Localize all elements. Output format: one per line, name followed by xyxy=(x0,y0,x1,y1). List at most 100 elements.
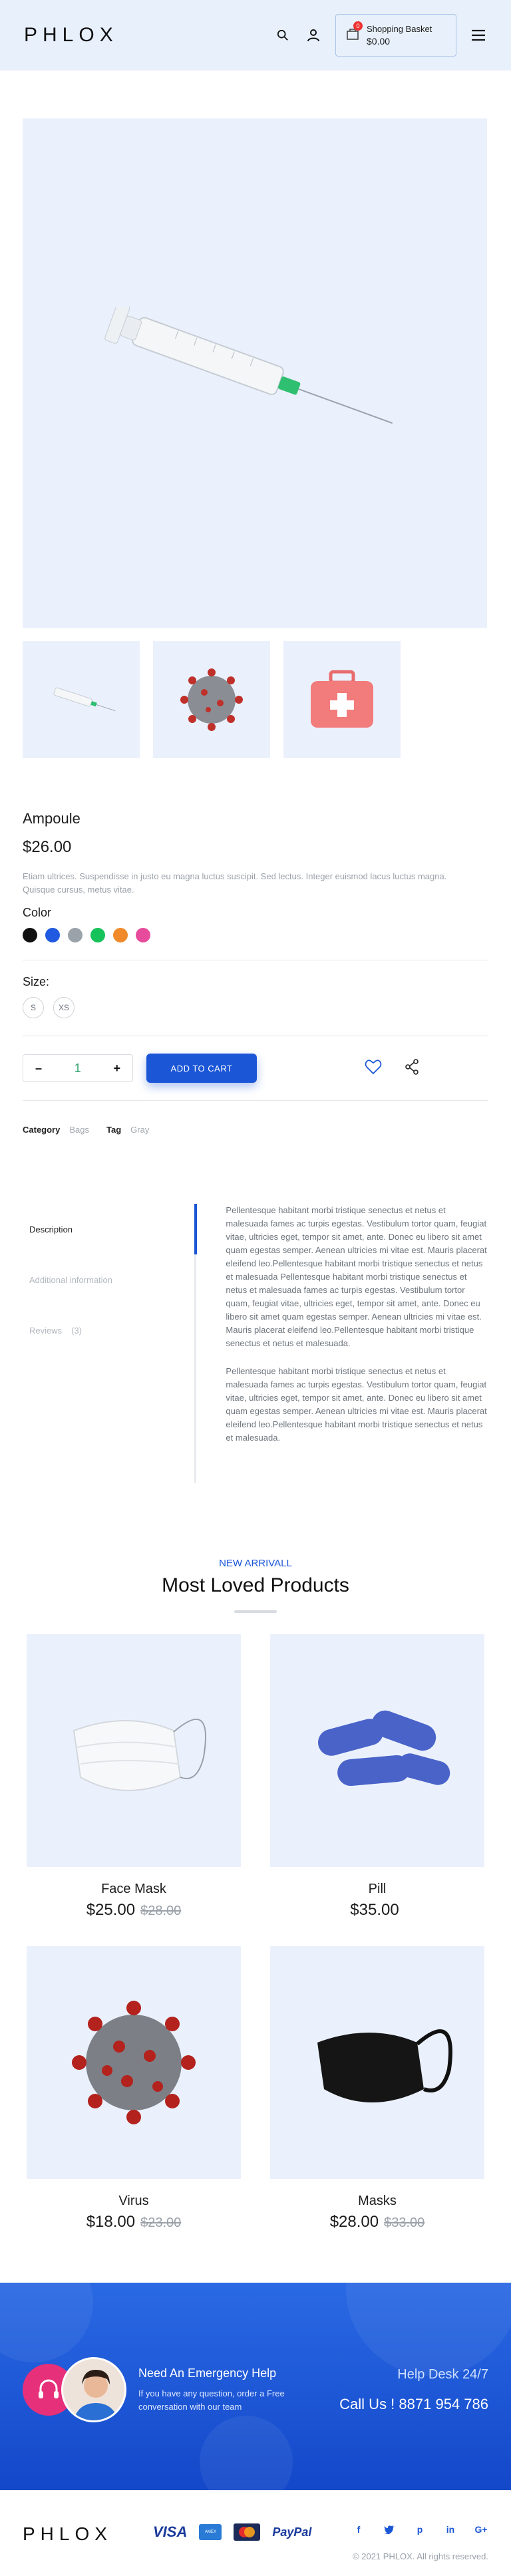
product-card-image[interactable] xyxy=(27,1634,241,1867)
product-actions xyxy=(365,1058,419,1078)
pinterest-icon[interactable]: p xyxy=(413,2522,427,2537)
product-card-name[interactable]: Virus xyxy=(27,2194,241,2209)
user-icon[interactable] xyxy=(305,27,322,44)
color-swatch[interactable] xyxy=(113,928,128,942)
twitter-icon[interactable] xyxy=(382,2522,397,2537)
heart-icon[interactable] xyxy=(365,1059,382,1078)
basket-count-badge: 0 xyxy=(353,21,363,31)
tab-active-indicator xyxy=(194,1204,197,1254)
quantity-plus-button[interactable]: + xyxy=(113,1062,120,1075)
linkedin-icon[interactable]: in xyxy=(443,2522,458,2537)
site-logo[interactable]: PHLOX xyxy=(24,24,118,47)
paypal-logo: PayPal xyxy=(272,2525,312,2539)
size-option-s[interactable]: S xyxy=(23,997,44,1018)
menu-icon[interactable] xyxy=(470,27,487,44)
thumbnail-first-aid-kit[interactable] xyxy=(283,641,401,758)
size-option-xs[interactable]: XS xyxy=(53,997,75,1018)
tag-value[interactable]: Gray xyxy=(130,1125,149,1135)
syringe-image xyxy=(104,307,393,424)
add-to-cart-button[interactable]: ADD TO CART xyxy=(146,1054,257,1083)
tab-list: Description Additional information Revie… xyxy=(23,1204,173,1483)
basket-label: Shopping Basket xyxy=(367,24,432,34)
product-price: $26.00 xyxy=(23,838,72,856)
help-description: If you have any question, order a Free c… xyxy=(138,2388,285,2412)
decorative-bubble xyxy=(200,2416,293,2490)
pill-image xyxy=(318,1710,450,1787)
product-main-image[interactable] xyxy=(23,118,487,628)
section-subtitle: NEW ARRIVALL xyxy=(219,1558,292,1569)
shopping-basket-button[interactable]: 0 Shopping Basket $0.00 xyxy=(335,14,456,57)
description-paragraph: Pellentesque habitant morbi tristique se… xyxy=(226,1205,487,1348)
face-mask-image xyxy=(73,1719,206,1791)
product-description: Etiam ultrices. Suspendisse in justo eu … xyxy=(23,871,447,895)
color-swatch[interactable] xyxy=(45,928,60,942)
color-swatch[interactable] xyxy=(68,928,83,942)
product-card-image[interactable] xyxy=(270,1946,484,2179)
product-card-price: $28.00 xyxy=(329,2213,379,2231)
product-card-old-price: $33.00 xyxy=(384,2216,425,2230)
copyright-text: © 2021 PHLOX. All rights reserved. xyxy=(353,2551,488,2561)
share-icon[interactable] xyxy=(405,1058,419,1078)
product-card-price: $35.00 xyxy=(350,1901,399,1919)
size-options: S XS xyxy=(23,997,488,1018)
basket-total: $0.00 xyxy=(367,36,391,47)
reviews-count: (3) xyxy=(71,1325,83,1336)
visa-logo: VISA xyxy=(153,2523,188,2540)
tab-content: Pellentesque habitant morbi tristique se… xyxy=(226,1204,488,1483)
product-tabs: Description Additional information Revie… xyxy=(23,1204,488,1483)
product-card-old-price: $23.00 xyxy=(140,2216,182,2230)
product-card[interactable]: Pill $35.00 xyxy=(270,1634,484,1920)
header-actions: 0 Shopping Basket $0.00 xyxy=(274,14,487,57)
social-links: f p in G+ xyxy=(351,2522,488,2537)
product-grid: Face Mask $25.00 $28.00 Pill $35.00 Viru… xyxy=(27,1634,511,2231)
product-thumbnails xyxy=(23,641,488,758)
color-swatch[interactable] xyxy=(23,928,37,942)
color-swatch[interactable] xyxy=(90,928,105,942)
support-avatar xyxy=(61,2357,126,2422)
site-header: PHLOX 0 Shopping Basket $0.00 xyxy=(0,0,511,71)
thumbnail-syringe[interactable] xyxy=(23,641,140,758)
color-swatches xyxy=(23,928,488,942)
black-mask-image xyxy=(317,2029,452,2102)
product-card-name[interactable]: Face Mask xyxy=(27,1882,241,1897)
help-title: Need An Emergency Help xyxy=(138,2366,277,2380)
tab-reviews-label: Reviews xyxy=(29,1325,63,1336)
virus-image xyxy=(72,2001,196,2124)
color-label: Color xyxy=(23,906,52,919)
product-card-image[interactable] xyxy=(270,1634,484,1867)
quantity-stepper: – 1 + xyxy=(23,1054,133,1082)
tab-description[interactable]: Description xyxy=(29,1204,173,1254)
help-phone[interactable]: Call Us ! 8871 954 786 xyxy=(339,2396,488,2413)
tab-reviews[interactable]: Reviews (3) xyxy=(29,1305,173,1356)
google-plus-icon[interactable]: G+ xyxy=(474,2522,488,2537)
section-underline xyxy=(234,1610,277,1613)
divider xyxy=(23,1100,488,1101)
category-value[interactable]: Bags xyxy=(69,1125,89,1135)
product-card[interactable]: Face Mask $25.00 $28.00 xyxy=(27,1634,241,1920)
payment-methods: VISA AMEX PayPal xyxy=(153,2523,311,2541)
product-card-price: $25.00 xyxy=(86,1901,136,1919)
footer-logo[interactable]: PHLOX xyxy=(23,2523,112,2545)
thumbnail-virus[interactable] xyxy=(153,641,270,758)
cart-row: – 1 + ADD TO CART xyxy=(23,1054,488,1083)
product-card-name[interactable]: Masks xyxy=(270,2194,484,2209)
amex-logo: AMEX xyxy=(199,2524,222,2540)
product-card-image[interactable] xyxy=(27,1946,241,2179)
facebook-icon[interactable]: f xyxy=(351,2522,366,2537)
emergency-help-banner: Need An Emergency Help If you have any q… xyxy=(0,2283,511,2490)
product-card-old-price: $28.00 xyxy=(140,1904,182,1918)
search-icon[interactable] xyxy=(274,27,291,44)
tab-additional-information[interactable]: Additional information xyxy=(29,1254,173,1305)
product-card-name[interactable]: Pill xyxy=(270,1882,484,1897)
color-swatch[interactable] xyxy=(136,928,150,942)
description-paragraph: Pellentesque habitant morbi tristique se… xyxy=(226,1366,487,1443)
product-meta: Category Bags Tag Gray xyxy=(23,1125,488,1135)
tag-label: Tag xyxy=(106,1125,122,1135)
quantity-value[interactable]: 1 xyxy=(75,1062,81,1075)
product-card[interactable]: Virus $18.00 $23.00 xyxy=(27,1946,241,2231)
tab-indicator-track xyxy=(194,1204,197,1483)
quantity-minus-button[interactable]: – xyxy=(35,1062,42,1075)
product-title: Ampoule xyxy=(23,810,81,827)
product-card[interactable]: Masks $28.00 $33.00 xyxy=(270,1946,484,2231)
product-detail: Ampoule $26.00 Etiam ultrices. Suspendis… xyxy=(0,118,511,1483)
